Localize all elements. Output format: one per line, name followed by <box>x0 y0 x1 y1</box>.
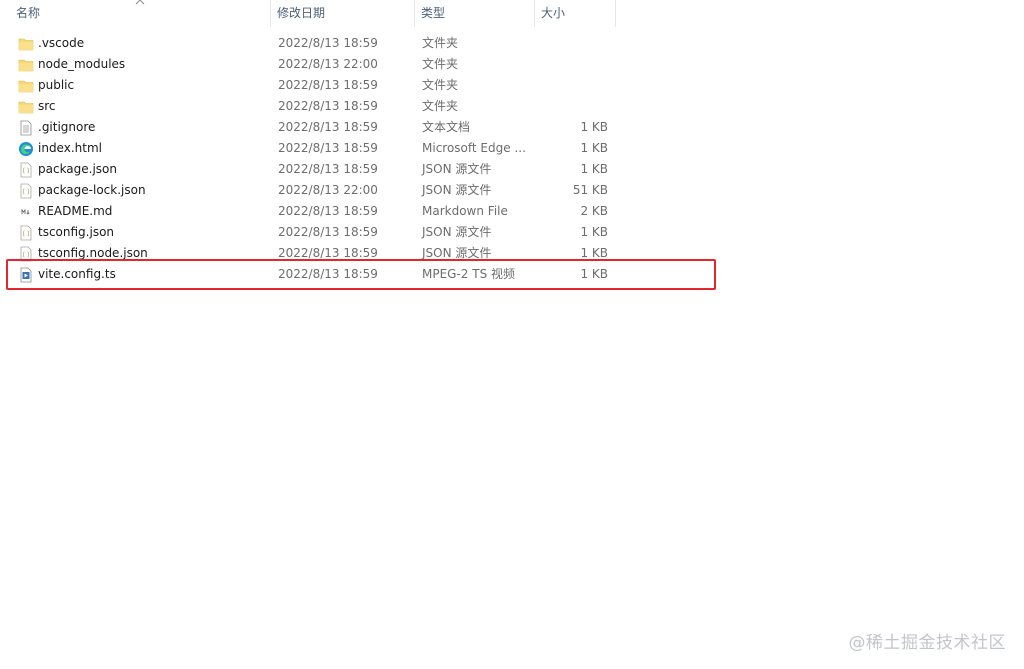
file-row[interactable]: .vscode 2022/8/13 18:59 文件夹 <box>0 33 616 54</box>
column-header-type[interactable]: 类型 <box>415 0 535 27</box>
column-header-type-label: 类型 <box>421 6 446 20</box>
file-type: 文件夹 <box>422 57 459 71</box>
file-date: 2022/8/13 18:59 <box>278 36 378 50</box>
file-name: tsconfig.json <box>38 225 115 239</box>
file-size <box>540 96 608 117</box>
file-date: 2022/8/13 18:59 <box>278 162 378 176</box>
column-header-name[interactable]: 名称 <box>0 0 271 27</box>
file-type: JSON 源文件 <box>422 162 492 176</box>
file-size: 1 KB <box>580 225 608 239</box>
file-name: vite.config.ts <box>38 267 116 281</box>
file-date: 2022/8/13 22:00 <box>278 183 378 197</box>
file-row[interactable]: public 2022/8/13 18:59 文件夹 <box>0 75 616 96</box>
file-size: 1 KB <box>580 267 608 281</box>
folder-icon <box>18 38 34 51</box>
file-row[interactable]: tsconfig.json 2022/8/13 18:59 JSON 源文件 1… <box>0 222 616 243</box>
file-date: 2022/8/13 18:59 <box>278 246 378 260</box>
text-file-icon <box>20 120 32 136</box>
file-row[interactable]: package-lock.json 2022/8/13 22:00 JSON 源… <box>0 180 616 201</box>
column-header-size-label: 大小 <box>541 6 566 20</box>
watermark: @稀土掘金技术社区 <box>848 633 1006 653</box>
file-date: 2022/8/13 18:59 <box>278 204 378 218</box>
file-row[interactable]: vite.config.ts 2022/8/13 18:59 MPEG-2 TS… <box>0 264 616 285</box>
file-name: node_modules <box>38 57 126 71</box>
file-row[interactable]: index.html 2022/8/13 18:59 Microsoft Edg… <box>0 138 616 159</box>
file-size: 1 KB <box>580 162 608 176</box>
file-list: .vscode 2022/8/13 18:59 文件夹 node_modules… <box>0 33 616 285</box>
file-name: index.html <box>38 141 102 155</box>
folder-icon <box>18 80 34 93</box>
file-row[interactable]: tsconfig.node.json 2022/8/13 18:59 JSON … <box>0 243 616 264</box>
file-type: 文件夹 <box>422 78 459 92</box>
json-file-icon <box>20 225 32 241</box>
file-name: src <box>38 99 56 113</box>
file-name: .gitignore <box>38 120 96 134</box>
file-row[interactable]: src 2022/8/13 18:59 文件夹 <box>0 96 616 117</box>
file-date: 2022/8/13 18:59 <box>278 267 378 281</box>
json-file-icon <box>20 183 32 199</box>
file-size: 51 KB <box>572 183 608 197</box>
file-type: JSON 源文件 <box>422 183 492 197</box>
file-row[interactable]: node_modules 2022/8/13 22:00 文件夹 <box>0 54 616 75</box>
file-row[interactable]: .gitignore 2022/8/13 18:59 文本文档 1 KB <box>0 117 616 138</box>
column-header-size[interactable]: 大小 <box>535 0 616 27</box>
sort-ascending-icon <box>135 0 145 5</box>
column-header-name-label: 名称 <box>16 6 41 20</box>
markdown-file-icon <box>21 208 31 215</box>
file-type: JSON 源文件 <box>422 225 492 239</box>
file-size <box>540 33 608 54</box>
json-file-icon <box>20 162 32 178</box>
folder-icon <box>18 101 34 114</box>
file-type: 文件夹 <box>422 36 459 50</box>
folder-icon <box>18 59 34 72</box>
file-type: Microsoft Edge ... <box>422 141 526 155</box>
video-file-icon <box>20 267 32 283</box>
file-row[interactable]: README.md 2022/8/13 18:59 Markdown File … <box>0 201 616 222</box>
json-file-icon <box>20 246 32 262</box>
edge-icon <box>19 142 33 156</box>
file-type: 文件夹 <box>422 99 459 113</box>
file-name: .vscode <box>38 36 85 50</box>
column-header-date-label: 修改日期 <box>277 6 326 20</box>
file-size <box>540 54 608 75</box>
file-size: 1 KB <box>580 120 608 134</box>
file-type: MPEG-2 TS 视频 <box>422 267 516 281</box>
file-name: tsconfig.node.json <box>38 246 148 260</box>
file-type: 文本文档 <box>422 120 471 134</box>
file-name: public <box>38 78 75 92</box>
file-size: 1 KB <box>580 246 608 260</box>
column-header-date[interactable]: 修改日期 <box>271 0 415 27</box>
file-type: Markdown File <box>422 204 508 218</box>
file-size <box>540 75 608 96</box>
file-name: package-lock.json <box>38 183 146 197</box>
file-size: 1 KB <box>580 141 608 155</box>
file-date: 2022/8/13 18:59 <box>278 99 378 113</box>
file-type: JSON 源文件 <box>422 246 492 260</box>
file-name: README.md <box>38 204 113 218</box>
file-date: 2022/8/13 22:00 <box>278 57 378 71</box>
file-date: 2022/8/13 18:59 <box>278 120 378 134</box>
file-date: 2022/8/13 18:59 <box>278 141 378 155</box>
file-date: 2022/8/13 18:59 <box>278 78 378 92</box>
file-row[interactable]: package.json 2022/8/13 18:59 JSON 源文件 1 … <box>0 159 616 180</box>
file-name: package.json <box>38 162 118 176</box>
column-header: 名称 修改日期 类型 大小 <box>0 0 616 27</box>
file-date: 2022/8/13 18:59 <box>278 225 378 239</box>
file-size: 2 KB <box>580 204 608 218</box>
